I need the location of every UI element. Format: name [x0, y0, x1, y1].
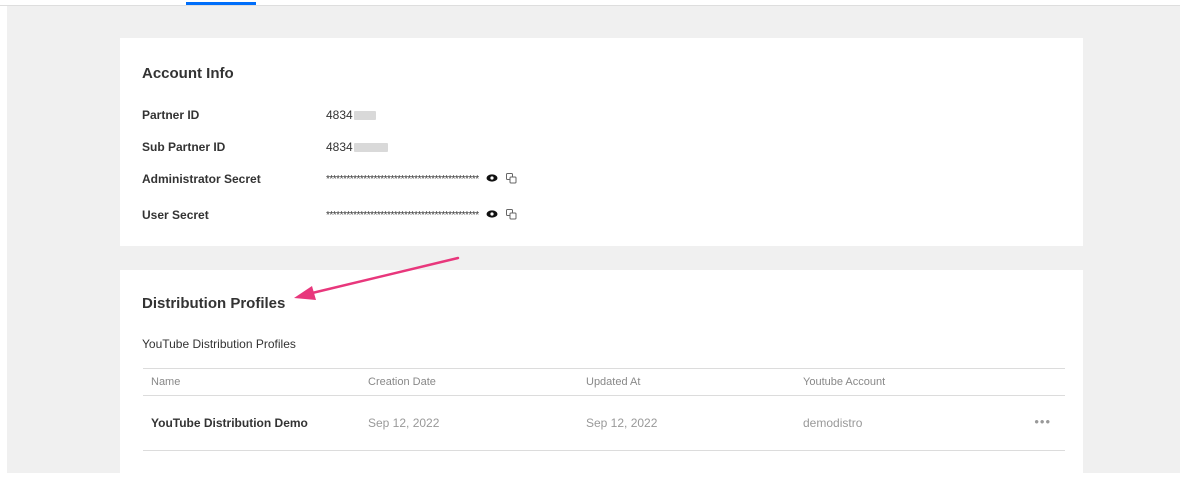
eye-icon[interactable] [485, 207, 499, 221]
profile-youtube-account: demodistro [803, 416, 863, 430]
column-header-creation-date[interactable]: Creation Date [368, 376, 436, 388]
administrator-secret-masked: ****************************************… [326, 174, 479, 185]
partner-id-value: 4834 [326, 108, 376, 122]
profile-updated-at: Sep 12, 2022 [586, 416, 658, 430]
sub-partner-id-label: Sub Partner ID [142, 140, 226, 154]
youtube-distribution-profiles-subtitle: YouTube Distribution Profiles [142, 337, 296, 351]
sub-partner-id-text: 4834 [326, 140, 353, 154]
redacted-block [353, 110, 376, 120]
sub-partner-id-value: 4834 [326, 140, 388, 154]
main-content: Account Info Partner ID 4834 Sub Partner… [7, 6, 1180, 479]
user-secret-label: User Secret [142, 208, 209, 222]
table-row[interactable]: YouTube Distribution Demo Sep 12, 2022 S… [143, 396, 1065, 451]
eye-icon[interactable] [485, 171, 499, 185]
administrator-secret-value: ****************************************… [326, 170, 519, 186]
account-info-card: Account Info Partner ID 4834 Sub Partner… [120, 38, 1083, 246]
more-icon[interactable]: ••• [1034, 414, 1051, 429]
active-tab-indicator [186, 2, 256, 5]
column-header-name[interactable]: Name [151, 376, 180, 388]
partner-id-label: Partner ID [142, 108, 200, 122]
administrator-secret-label: Administrator Secret [142, 172, 261, 186]
distribution-profiles-table: Name Creation Date Updated At Youtube Ac… [143, 368, 1065, 451]
distribution-profiles-title: Distribution Profiles [142, 295, 286, 312]
column-header-updated-at[interactable]: Updated At [586, 376, 640, 388]
table-header: Name Creation Date Updated At Youtube Ac… [143, 368, 1065, 396]
user-secret-value: ****************************************… [326, 206, 519, 222]
redacted-block [353, 142, 388, 152]
account-info-title: Account Info [142, 65, 234, 82]
partner-id-text: 4834 [326, 108, 353, 122]
user-secret-masked: ****************************************… [326, 210, 479, 221]
copy-icon[interactable] [505, 207, 519, 221]
profile-name[interactable]: YouTube Distribution Demo [151, 416, 308, 430]
distribution-profiles-card: Distribution Profiles YouTube Distributi… [120, 270, 1083, 479]
copy-icon[interactable] [505, 171, 519, 185]
profile-creation-date: Sep 12, 2022 [368, 416, 440, 430]
column-header-youtube-account[interactable]: Youtube Account [803, 376, 885, 388]
